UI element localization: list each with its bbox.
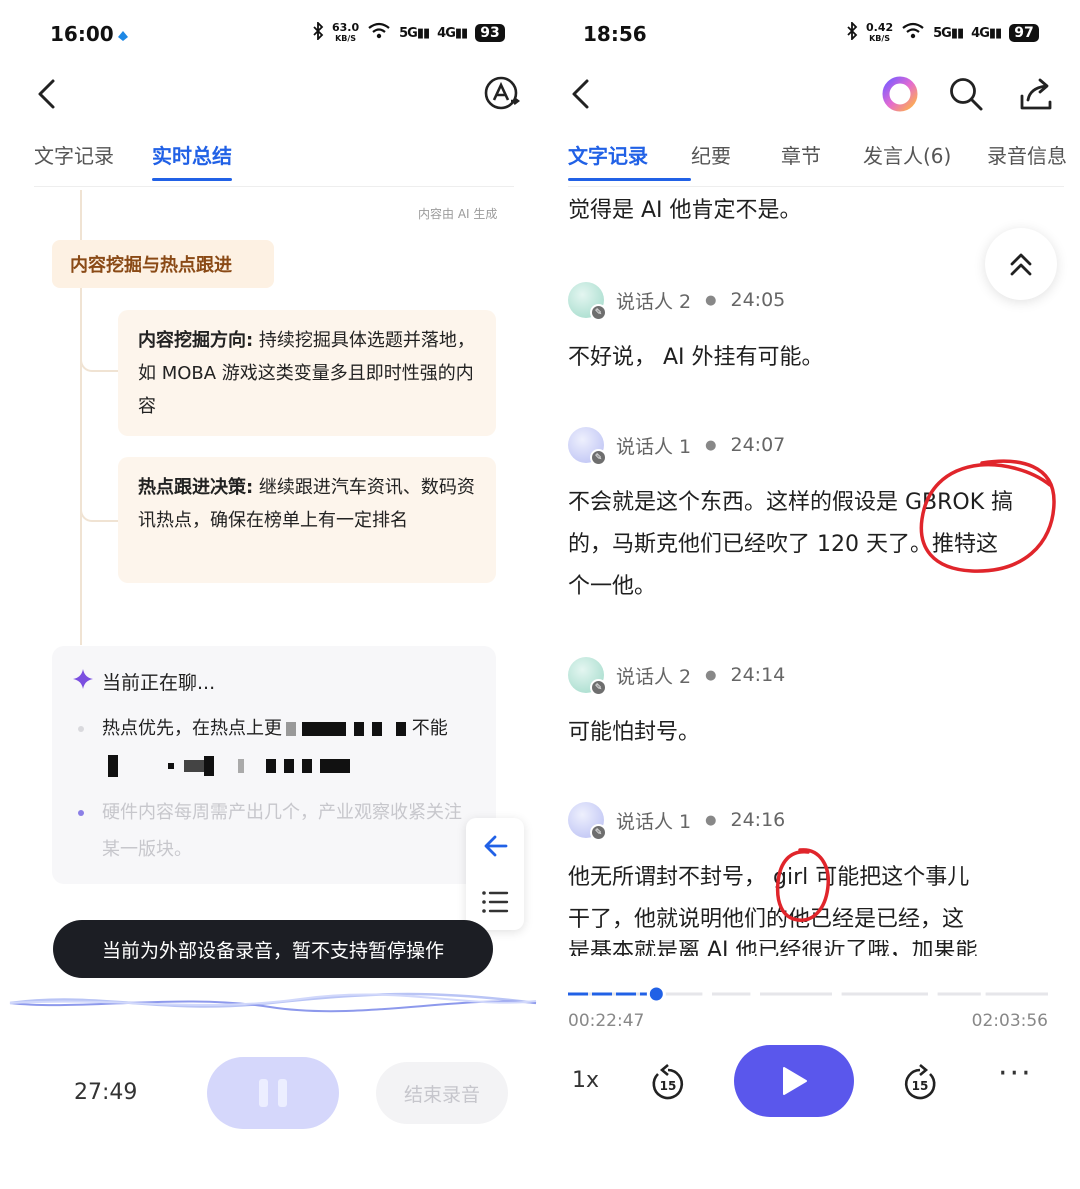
ai-translate-icon[interactable] xyxy=(482,74,522,114)
double-chevron-up-icon xyxy=(1010,253,1032,276)
status-icons: 63.0 KB/S 5G▮▮ 4G▮▮ 93 xyxy=(312,20,505,44)
pixelated-redaction xyxy=(102,747,472,784)
tab-transcript[interactable]: 文字记录 xyxy=(568,140,691,181)
speaker-header[interactable]: ✎ 说话人 1 ● 24:16 xyxy=(568,802,785,841)
pause-button[interactable] xyxy=(207,1057,339,1129)
signal-5g-icon: 5G▮▮ xyxy=(933,25,964,41)
card-label: 热点跟进决策: xyxy=(138,477,254,498)
recording-duration: 27:49 xyxy=(74,1080,138,1105)
mindmap-branch xyxy=(80,340,120,372)
battery-indicator: 97 xyxy=(1009,24,1039,42)
edit-pencil-icon: ✎ xyxy=(590,449,607,466)
pause-icon xyxy=(259,1079,268,1107)
app-notification-icon xyxy=(116,28,130,47)
now-chatting-panel: 当前正在聊... 热点优先，在热点上更 不能 硬件内容每周需产出几个，产业观察收… xyxy=(52,646,496,884)
speaker-header[interactable]: ✎ 说话人 1 ● 24:07 xyxy=(568,427,785,466)
right-tab-bar: 文字记录 纪要 章节 发言人(6) 录音信息 xyxy=(568,140,1077,181)
transcript-line: 可能怕封号。 xyxy=(568,720,701,745)
sparkle-icon xyxy=(72,668,94,695)
section-title-chip[interactable]: 内容挖掘与热点跟进 xyxy=(52,240,274,288)
tab-divider xyxy=(568,186,1064,187)
transcript-line: 不好说， AI 外挂有可能。 xyxy=(568,345,824,370)
status-time: 16:00 xyxy=(50,22,114,46)
speaker-avatar: ✎ xyxy=(568,427,607,466)
back-chevron-icon[interactable] xyxy=(562,74,598,114)
back-chevron-icon[interactable] xyxy=(28,74,64,114)
edit-pencil-icon: ✎ xyxy=(590,679,607,696)
bullet-dot xyxy=(78,726,84,732)
speaker-header[interactable]: ✎ 说话人 2 ● 24:05 xyxy=(568,282,785,321)
summary-card-hotspot[interactable]: 热点跟进决策: 继续跟进汽车资讯、数码资讯热点，确保在榜单上有一定排名 xyxy=(118,457,496,583)
edit-pencil-icon: ✎ xyxy=(590,824,607,841)
end-recording-button[interactable]: 结束录音 xyxy=(376,1062,508,1124)
summary-card-content-mining[interactable]: 内容挖掘方向: 持续挖掘具体选题并落地，如 MOBA 游戏这类变量多且即时性强的… xyxy=(118,310,496,436)
bluetooth-icon xyxy=(312,20,324,44)
speaker-avatar: ✎ xyxy=(568,282,607,321)
transcript-line: 觉得是 AI 他肯定不是。 xyxy=(568,198,802,223)
tab-minutes[interactable]: 纪要 xyxy=(691,140,781,169)
floating-side-panel xyxy=(466,818,524,930)
speaker-avatar: ✎ xyxy=(568,802,607,841)
audio-waveform xyxy=(9,992,537,1013)
net-speed: 0.42 KB/S xyxy=(866,21,894,43)
list-icon[interactable] xyxy=(475,882,515,922)
forward-15-icon[interactable]: 15 xyxy=(896,1060,944,1108)
toast-message: 当前为外部设备录音，暂不支持暂停操作 xyxy=(53,920,493,978)
search-icon[interactable] xyxy=(944,72,988,116)
signal-4g-icon: 4G▮▮ xyxy=(971,25,1002,41)
total-time: 02:03:56 xyxy=(971,1011,1048,1031)
tab-transcript[interactable]: 文字记录 xyxy=(34,140,114,169)
red-annotation-circle xyxy=(775,848,830,922)
transcript-line: 他无所谓封不封号， girl 可能把这个事儿 xyxy=(568,865,970,890)
now-chatting-item: 硬件内容每周需产出几个，产业观察收紧关注某一版块。 xyxy=(102,802,462,860)
rewind-15-icon[interactable]: 15 xyxy=(644,1060,692,1108)
transcript-line: 个一他。 xyxy=(568,574,657,599)
ai-assistant-orb-icon[interactable] xyxy=(878,72,922,116)
share-icon[interactable] xyxy=(1014,72,1058,116)
playback-progress[interactable] xyxy=(568,986,1048,1002)
speaker-avatar: ✎ xyxy=(568,657,607,696)
signal-5g-icon: 5G▮▮ xyxy=(399,25,430,41)
svg-text:15: 15 xyxy=(912,1079,929,1093)
wifi-icon xyxy=(367,22,391,44)
pixelated-redaction xyxy=(282,718,406,739)
play-icon xyxy=(783,1067,807,1095)
status-time: 18:56 xyxy=(583,22,647,46)
left-phone-screen: 16:00 63.0 KB/S 5G▮▮ 4G▮▮ 93 文字记录 实时总结 内… xyxy=(0,0,540,1189)
more-options-icon[interactable]: ··· xyxy=(998,1056,1033,1091)
bullet-dot xyxy=(78,810,84,816)
battery-indicator: 93 xyxy=(475,24,505,42)
tab-recording-info[interactable]: 录音信息 xyxy=(987,140,1077,169)
scroll-to-top-button[interactable] xyxy=(985,228,1057,300)
status-icons: 0.42 KB/S 5G▮▮ 4G▮▮ 97 xyxy=(846,20,1039,44)
mindmap-branch xyxy=(80,490,120,522)
play-button[interactable] xyxy=(734,1045,854,1117)
tab-live-summary[interactable]: 实时总结 xyxy=(152,140,232,181)
svg-text:15: 15 xyxy=(660,1079,677,1093)
progress-thumb[interactable] xyxy=(646,986,666,1002)
playback-speed-button[interactable]: 1x xyxy=(572,1068,599,1093)
now-chatting-item: 热点优先，在热点上更 不能 xyxy=(102,710,472,784)
current-time: 00:22:47 xyxy=(568,1011,645,1031)
transcript-line-clipped: 是基本就是离 AI 他已经很近了哦，加果能 xyxy=(568,940,978,956)
card-label: 内容挖掘方向: xyxy=(138,330,254,351)
net-speed: 63.0 KB/S xyxy=(332,21,360,43)
now-chatting-title: 当前正在聊... xyxy=(72,668,215,695)
bluetooth-icon xyxy=(846,20,858,44)
red-annotation-circle xyxy=(919,459,1056,573)
edit-pencil-icon: ✎ xyxy=(590,304,607,321)
right-phone-screen: 18:56 0.42 KB/S 5G▮▮ 4G▮▮ 97 文字记录 纪要 章节 … xyxy=(540,0,1080,1189)
wifi-icon xyxy=(901,22,925,44)
playback-controls: 1x 15 15 ··· xyxy=(540,1042,1080,1122)
tab-chapters[interactable]: 章节 xyxy=(781,140,863,169)
tab-divider xyxy=(34,186,514,187)
ai-generated-note: 内容由 AI 生成 xyxy=(418,207,498,221)
collapse-arrow-icon[interactable] xyxy=(475,826,515,866)
transcript-line: 干了，他就说明他们的他已经是已经，这 xyxy=(568,907,965,932)
speaker-header[interactable]: ✎ 说话人 2 ● 24:14 xyxy=(568,657,785,696)
tab-speakers[interactable]: 发言人(6) xyxy=(863,140,987,169)
signal-4g-icon: 4G▮▮ xyxy=(437,25,468,41)
left-tab-bar: 文字记录 实时总结 xyxy=(34,140,232,181)
